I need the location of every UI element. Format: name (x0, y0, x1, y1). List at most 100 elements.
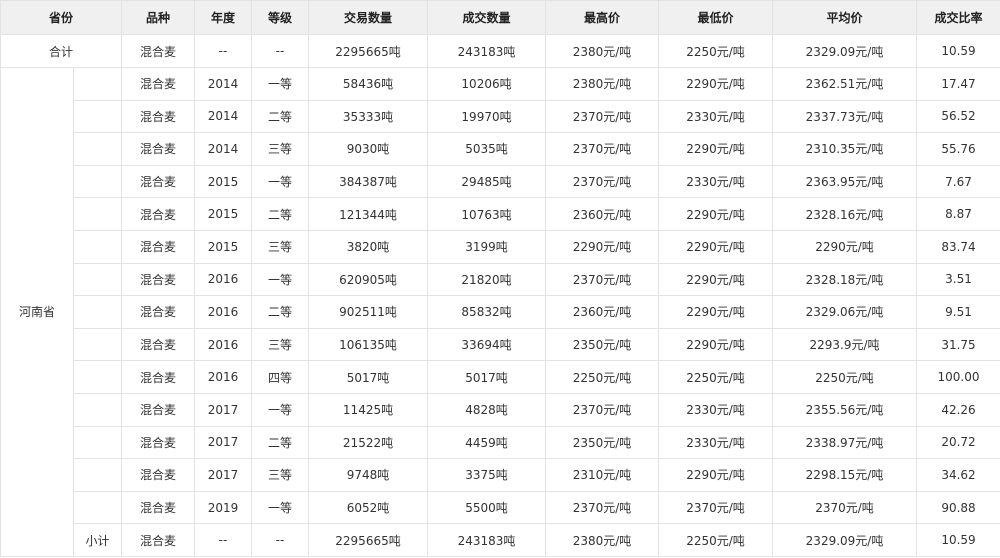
table-cell: 2290元/吨 (658, 327, 774, 362)
table-cell: 4828吨 (427, 392, 547, 427)
table-cell: 3375吨 (427, 458, 547, 492)
table-cell: 2360元/吨 (545, 197, 660, 231)
table-row: 混合麦 2019 一等 6052吨 5500吨 2370元/吨 2370元/吨 2370元/吨… (1, 490, 1000, 525)
spacer-cell (72, 229, 123, 264)
table-cell: 2362.51元/吨 (772, 67, 918, 101)
table-cell: 17.47 (916, 67, 1000, 101)
spacer-cell (72, 99, 123, 134)
table-cell: 106135吨 (308, 327, 429, 362)
table-cell: 2330元/吨 (658, 99, 774, 134)
table-cell: 2370元/吨 (545, 262, 660, 297)
table-cell: 56.52 (916, 99, 1000, 134)
table-cell: 2380元/吨 (545, 34, 660, 68)
table-cell: 混合麦 (121, 360, 196, 394)
table-cell: 2250元/吨 (658, 360, 774, 394)
spacer-cell (72, 327, 123, 362)
table-cell: 2014 (194, 132, 253, 166)
table-cell: 902511吨 (308, 295, 429, 329)
table-cell: 2290元/吨 (658, 295, 774, 329)
header-row: 省份 品种 年度 等级 交易数量 成交数量 最高价 最低价 平均价 成交比率 (0, 0, 1000, 35)
table-cell: 55.76 (916, 132, 1000, 166)
table-cell: 二等 (251, 295, 310, 329)
spacer-cell (72, 67, 123, 101)
table-cell: 2014 (194, 67, 253, 101)
spacer-cell (72, 132, 123, 166)
table-cell: 2015 (194, 164, 253, 199)
table-cell: 2330元/吨 (658, 164, 774, 199)
table-cell: 2310元/吨 (545, 458, 660, 492)
subtotal-row: 小计 混合麦 -- -- 2295665吨 243183吨 2380元/吨 2250元/吨 23… (1, 523, 1000, 557)
table-cell: 10206吨 (427, 67, 547, 101)
table-cell: 8.87 (916, 197, 1000, 231)
table-cell: 10.59 (916, 523, 1000, 557)
table-cell: 620905吨 (308, 262, 429, 297)
table-cell: 4459吨 (427, 425, 547, 460)
table-cell: 2017 (194, 425, 253, 460)
table-cell: 2290元/吨 (772, 229, 918, 264)
spacer-cell (72, 295, 123, 329)
table-cell: 2016 (194, 327, 253, 362)
header-deal-qty: 成交数量 (427, 0, 547, 35)
table-cell: 混合麦 (121, 295, 196, 329)
table-cell: 2017 (194, 392, 253, 427)
table-cell: -- (251, 34, 310, 68)
table-cell: 2370元/吨 (545, 164, 660, 199)
table-cell: 二等 (251, 99, 310, 134)
spacer-cell (72, 360, 123, 394)
table-cell: 混合麦 (121, 523, 196, 557)
table-row: 混合麦 2017 一等 11425吨 4828吨 2370元/吨 2330元/吨 2355.5… (1, 392, 1000, 427)
table-row: 混合麦 2016 三等 106135吨 33694吨 2350元/吨 2290元/吨 2293… (1, 327, 1000, 362)
table-row: 混合麦 2016 四等 5017吨 5017吨 2250元/吨 2250元/吨 2250元/吨… (1, 360, 1000, 394)
table-cell: 7.67 (916, 164, 1000, 199)
spacer-cell (72, 490, 123, 525)
header-avg-price: 平均价 (772, 0, 918, 35)
total-row: 合计 混合麦 -- -- 2295665吨 243183吨 2380元/吨 22… (0, 34, 1000, 68)
table-cell: 混合麦 (121, 132, 196, 166)
table-cell: 243183吨 (427, 523, 547, 557)
table-row: 混合麦 2015 二等 121344吨 10763吨 2360元/吨 2290元/吨 2328… (1, 197, 1000, 231)
table-cell: 10763吨 (427, 197, 547, 231)
table-cell: -- (251, 523, 310, 557)
table-cell: 34.62 (916, 458, 1000, 492)
table-cell: 2250元/吨 (545, 360, 660, 394)
table-row: 混合麦 2017 二等 21522吨 4459吨 2350元/吨 2330元/吨 2338.9… (1, 425, 1000, 460)
table-cell: 3199吨 (427, 229, 547, 264)
header-deal-ratio: 成交比率 (916, 0, 1000, 35)
table-cell: 58436吨 (308, 67, 429, 101)
table-cell: 2298.15元/吨 (772, 458, 918, 492)
total-label: 合计 (0, 34, 123, 68)
table-cell: -- (194, 523, 253, 557)
table-cell: 121344吨 (308, 197, 429, 231)
header-province: 省份 (0, 0, 123, 35)
table-cell: 混合麦 (121, 197, 196, 231)
spacer-cell (72, 425, 123, 460)
spacer-cell (72, 197, 123, 231)
table-cell: 三等 (251, 132, 310, 166)
table-cell: 384387吨 (308, 164, 429, 199)
table-cell: 2290元/吨 (658, 229, 774, 264)
table-cell: 83.74 (916, 229, 1000, 264)
table-cell: 31.75 (916, 327, 1000, 362)
table-cell: 二等 (251, 197, 310, 231)
table-cell: 2250元/吨 (772, 360, 918, 394)
table-cell: 2250元/吨 (658, 34, 774, 68)
table-cell: 11425吨 (308, 392, 429, 427)
table-cell: 19970吨 (427, 99, 547, 134)
table-cell: 3.51 (916, 262, 1000, 297)
table-cell: 2015 (194, 197, 253, 231)
table-cell: 2014 (194, 99, 253, 134)
table-cell: 2250元/吨 (658, 523, 774, 557)
header-variety: 品种 (121, 0, 196, 35)
table-cell: 21820吨 (427, 262, 547, 297)
table-cell: 2370元/吨 (658, 490, 774, 525)
table-cell: 29485吨 (427, 164, 547, 199)
table-cell: 一等 (251, 262, 310, 297)
spacer-cell (72, 392, 123, 427)
table-cell: 混合麦 (121, 164, 196, 199)
header-grade: 等级 (251, 0, 310, 35)
table-cell: 2293.9元/吨 (772, 327, 918, 362)
table-cell: 混合麦 (121, 327, 196, 362)
table-cell: 一等 (251, 392, 310, 427)
table-row: 混合麦 2014 二等 35333吨 19970吨 2370元/吨 2330元/吨 2337.… (1, 99, 1000, 134)
table-cell: 2337.73元/吨 (772, 99, 918, 134)
